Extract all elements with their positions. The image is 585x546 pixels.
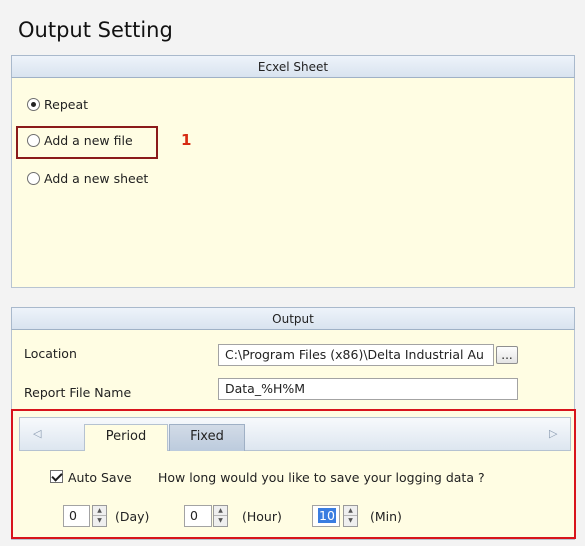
report-file-name-label: Report File Name [24,385,132,400]
output-header: Output [11,307,575,330]
radio-repeat-label: Repeat [44,97,89,112]
report-file-name-field[interactable]: Data_%H%M [218,378,518,400]
callout-highlight-box [16,126,158,159]
location-label: Location [24,346,77,361]
excel-sheet-header: Ecxel Sheet [11,55,575,78]
browse-button[interactable]: ... [496,346,518,364]
highlight-frame [11,409,576,539]
radio-add-new-sheet[interactable]: Add a new sheet [27,171,148,186]
location-field[interactable]: C:\Program Files (x86)\Delta Industrial … [218,344,494,366]
radio-add-new-sheet-indicator[interactable] [27,172,40,185]
radio-repeat[interactable]: Repeat [27,97,88,112]
callout-number: 1 [181,131,192,149]
radio-add-new-sheet-label: Add a new sheet [44,171,149,186]
radio-repeat-indicator[interactable] [27,98,40,111]
page-title: Output Setting [18,18,173,42]
